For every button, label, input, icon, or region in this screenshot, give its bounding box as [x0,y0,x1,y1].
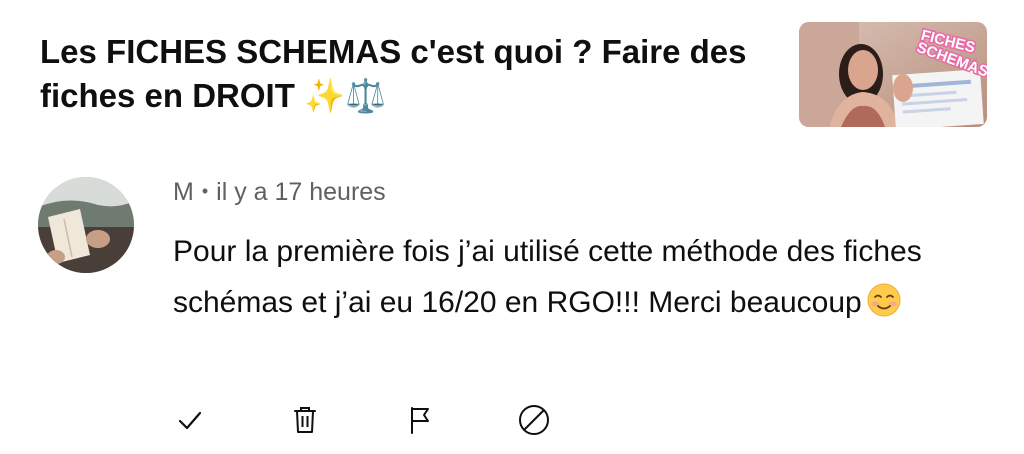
video-thumbnail[interactable]: FICHES SCHEMAS [799,22,987,127]
video-title[interactable]: Les FICHES SCHEMAS c'est quoi ? Faire de… [40,30,780,118]
checkmark-icon [178,411,202,430]
comment-text: Pour la première fois j’ai utilisé cette… [173,235,922,319]
delete-button[interactable] [281,396,329,444]
approve-button[interactable] [166,396,214,444]
comment-body: Pour la première fois j’ai utilisé cette… [173,226,973,328]
comment-author[interactable]: M [173,178,194,206]
comment-meta: M • il y a 17 heures [173,176,386,207]
avatar[interactable] [38,177,134,273]
video-header: Les FICHES SCHEMAS c'est quoi ? Faire de… [0,0,1024,140]
meta-separator: • [201,181,209,201]
hide-user-button[interactable] [510,396,558,444]
block-icon [519,405,549,435]
report-button[interactable] [396,396,444,444]
smiling-face-emoji-icon [866,282,902,318]
comment-time: il y a 17 heures [216,178,386,206]
trash-icon [294,407,316,433]
flag-icon [411,407,429,434]
